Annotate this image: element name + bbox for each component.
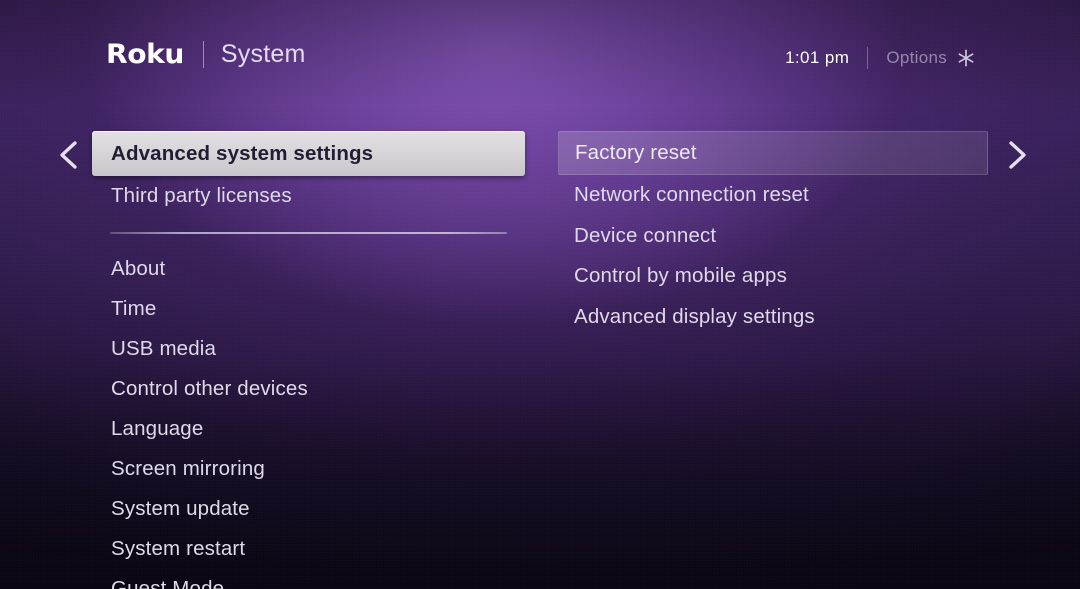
menu-item-label: Language — [111, 417, 204, 440]
options-button[interactable]: Options — [886, 48, 976, 68]
submenu-item-control-by-mobile-apps[interactable]: Control by mobile apps — [558, 256, 988, 297]
menu-item-label: System restart — [111, 537, 246, 560]
header-bar: Roku System 1:01 pm Options — [0, 0, 1080, 112]
submenu-item-advanced-display-settings[interactable]: Advanced display settings — [558, 297, 988, 338]
menu-divider-line — [110, 231, 507, 234]
menu-item-third-party-licenses[interactable]: Third party licenses — [92, 176, 525, 216]
menu-item-language[interactable]: Language — [92, 409, 525, 449]
options-label: Options — [886, 48, 947, 67]
menu-item-about[interactable]: About — [92, 249, 525, 289]
menu-item-system-restart[interactable]: System restart — [92, 529, 525, 569]
menu-item-system-update[interactable]: System update — [92, 489, 525, 529]
brand-block: Roku System — [106, 40, 305, 69]
brand-divider — [202, 41, 204, 68]
menu-item-usb-media[interactable]: USB media — [92, 329, 525, 369]
submenu-item-label: Device connect — [574, 223, 717, 247]
menu-item-advanced-system-settings[interactable]: Advanced system settings — [92, 131, 525, 176]
menu-item-label: Time — [111, 297, 157, 320]
submenu-item-factory-reset[interactable]: Factory reset — [558, 131, 988, 175]
roku-logo: Roku — [106, 39, 184, 70]
chevron-right-icon[interactable] — [999, 138, 1033, 172]
menu-item-label: System update — [111, 497, 250, 520]
header-right-group: 1:01 pm Options — [785, 47, 976, 69]
menu-item-guest-mode[interactable]: Guest Mode — [92, 569, 525, 589]
submenu-item-label: Advanced display settings — [574, 304, 815, 328]
page-title: System — [220, 40, 306, 68]
roku-system-settings-screen: Roku System 1:01 pm Options Advanced sys… — [0, 0, 1080, 589]
chevron-left-icon[interactable] — [53, 138, 87, 172]
submenu-item-label: Network connection reset — [574, 183, 809, 207]
asterisk-icon — [958, 49, 974, 67]
header-divider — [867, 47, 869, 69]
menu-divider — [92, 216, 525, 249]
submenu-item-device-connect[interactable]: Device connect — [558, 216, 988, 257]
menu-item-screen-mirroring[interactable]: Screen mirroring — [92, 449, 525, 489]
menu-column-left: Advanced system settings Third party lic… — [92, 131, 525, 589]
menu-item-label: Advanced system settings — [111, 141, 374, 165]
submenu-item-label: Factory reset — [575, 141, 697, 164]
menu-item-label: Third party licenses — [111, 184, 292, 207]
menu-item-label: About — [111, 257, 166, 280]
menu-column-right: Factory reset Network connection reset D… — [558, 131, 988, 337]
menu-item-label: Control other devices — [111, 377, 308, 400]
menu-item-label: Screen mirroring — [111, 457, 265, 480]
submenu-item-label: Control by mobile apps — [574, 264, 787, 288]
submenu-item-network-connection-reset[interactable]: Network connection reset — [558, 175, 988, 216]
clock-text: 1:01 pm — [785, 48, 850, 67]
menu-item-control-other-devices[interactable]: Control other devices — [92, 369, 525, 409]
menu-item-label: Guest Mode — [111, 577, 225, 589]
menu-item-label: USB media — [111, 337, 217, 360]
menu-item-time[interactable]: Time — [92, 289, 525, 329]
